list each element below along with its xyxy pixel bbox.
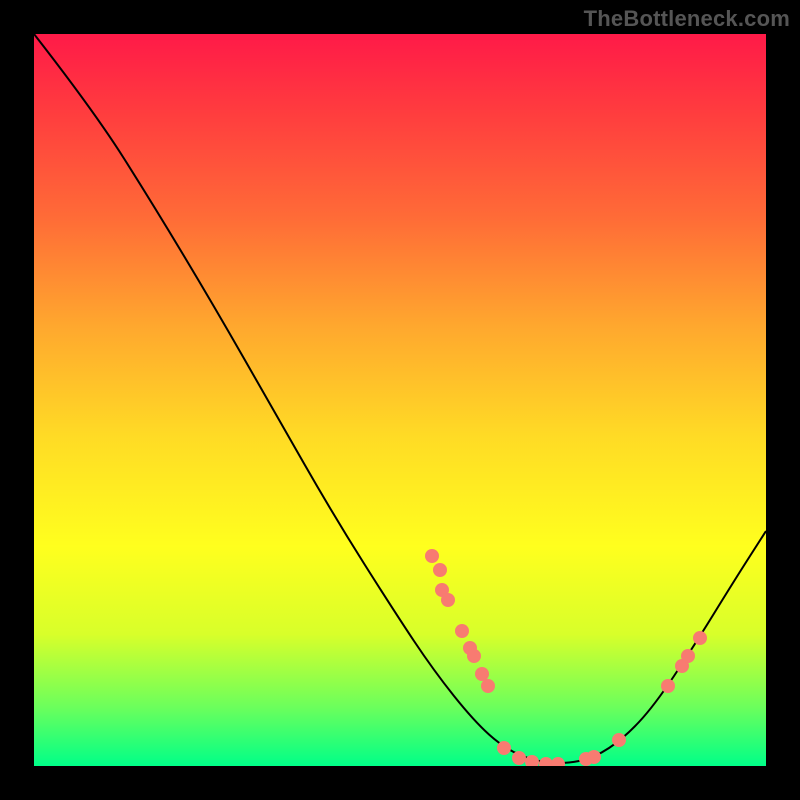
bottleneck-curve [34, 34, 766, 763]
curve-marker [441, 593, 455, 607]
curve-marker [539, 757, 553, 766]
curve-marker [693, 631, 707, 645]
curve-marker [475, 667, 489, 681]
curve-marker [455, 624, 469, 638]
curve-marker [512, 751, 526, 765]
chart-plot-area [34, 34, 766, 766]
attribution-text: TheBottleneck.com [584, 6, 790, 32]
curve-marker [425, 549, 439, 563]
curve-marker [497, 741, 511, 755]
curve-marker [661, 679, 675, 693]
chart-svg [34, 34, 766, 766]
curve-marker [433, 563, 447, 577]
curve-marker [467, 649, 481, 663]
curve-marker [681, 649, 695, 663]
curve-marker [481, 679, 495, 693]
curve-marker [551, 757, 565, 766]
curve-marker [587, 750, 601, 764]
curve-marker [612, 733, 626, 747]
curve-markers [425, 549, 707, 766]
